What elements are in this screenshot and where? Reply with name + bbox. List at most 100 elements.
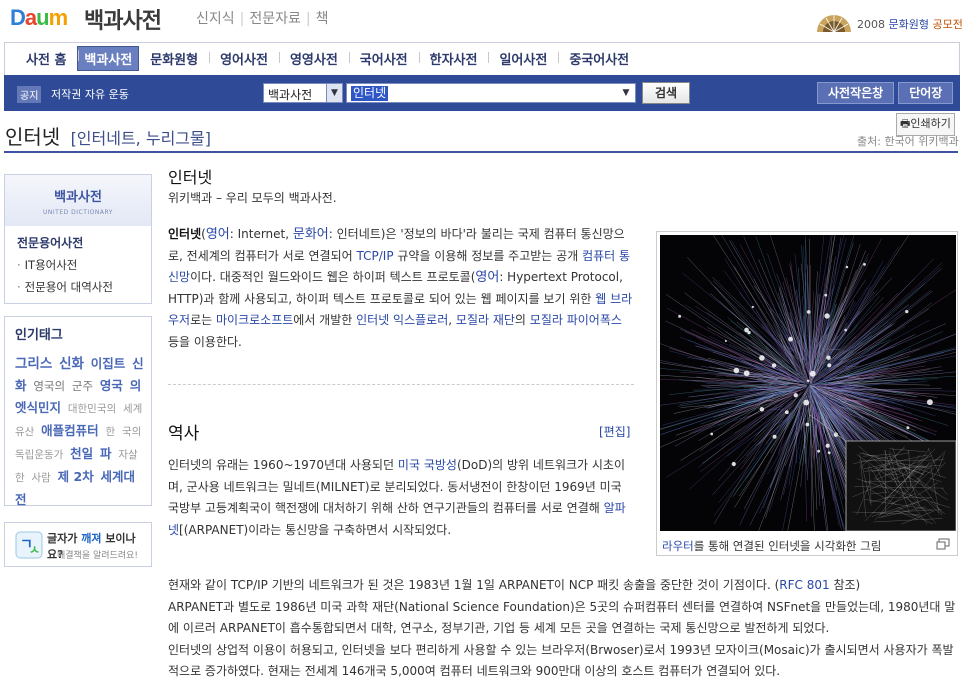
link-book[interactable]: 책 bbox=[316, 11, 329, 27]
sidebar-item-it-terms[interactable]: IT용어사전 bbox=[17, 257, 151, 273]
figure-caption: 라우터를 통해 연결된 인터넷을 시각화한 그림 bbox=[662, 538, 881, 554]
fan-emblem-icon bbox=[817, 15, 851, 33]
article-title: 인터넷 bbox=[168, 168, 213, 187]
print-label: 인쇄하기 bbox=[910, 117, 951, 130]
logo-letter-a: a bbox=[24, 5, 37, 30]
font-help-banner[interactable]: ㄱ ㅅ 글자가 깨져 보이나요? 해결책을 알려드려요! bbox=[4, 522, 152, 567]
divider: | bbox=[305, 11, 311, 27]
nav-item-hanja[interactable]: 한자사전 bbox=[418, 49, 489, 68]
popular-tags-heading: 인기태그 bbox=[15, 328, 63, 343]
history-paragraphs: 현재와 같이 TCP/IP 기반의 네트워크가 된 것은 1983년 1월 1일… bbox=[168, 575, 958, 683]
nav-list: 사전 홈 백과사전 문화원형 영어사전 영영사전 국어사전 한자사전 일어사전 … bbox=[5, 43, 959, 74]
search-bar: 공지 저작권 자유 운동 백과사전 ▼ 인터넷 ▼ 검색 사전작은창 단어장 bbox=[4, 75, 960, 111]
nav-item-korean[interactable]: 국어사전 bbox=[348, 49, 419, 68]
nav-item-culture[interactable]: 문화원형 bbox=[139, 49, 209, 68]
font-help-icon: ㄱ ㅅ bbox=[15, 531, 43, 559]
top-bar: Daum 백과사전 신지식 | 전문자료 | 책 2008 문화원형 공모전 bbox=[0, 0, 962, 40]
edit-link[interactable]: [편집] bbox=[599, 423, 630, 440]
nav-item-encyclopedia[interactable]: 백과사전 bbox=[77, 46, 140, 71]
sidebar-dictionary-box: 백과사전 UNITED DICTIONARY 전문용어사전 IT용어사전 전문용… bbox=[4, 174, 152, 304]
search-query-text: 인터넷 bbox=[351, 86, 389, 101]
article-link[interactable]: 인터넷 익스플로러 bbox=[356, 313, 448, 327]
tag-link[interactable]: 영국 bbox=[100, 378, 123, 393]
article-link[interactable]: TCP/IP bbox=[357, 249, 394, 263]
text-run: 이다. 대중적인 월드와이드 웹은 하이퍼 텍스트 프로토콜( bbox=[190, 270, 476, 284]
history-paragraph-4: 인터넷의 상업적 이용이 허용되고, 인터넷을 보다 편리하게 사용할 수 있는… bbox=[168, 642, 954, 679]
caption-router-link[interactable]: 라우터 bbox=[662, 539, 694, 553]
article-subtitle: 위키백과 – 우리 모두의 백과사전. bbox=[168, 191, 337, 205]
article-link[interactable]: RFC 801 bbox=[779, 578, 829, 592]
chevron-down-icon[interactable]: ▼ bbox=[619, 86, 633, 100]
nav-item-english-english[interactable]: 영영사전 bbox=[278, 49, 349, 68]
title-divider bbox=[4, 151, 958, 153]
logo-letter-m: m bbox=[48, 5, 69, 30]
tag-link[interactable]: 애플컴퓨터 bbox=[41, 423, 99, 438]
enlarge-icon[interactable] bbox=[936, 538, 950, 550]
nav-item-japanese[interactable]: 일어사전 bbox=[488, 49, 558, 68]
svg-text:ㅅ: ㅅ bbox=[29, 543, 40, 557]
logo-letter-d: D bbox=[10, 5, 26, 30]
tag-link[interactable]: 사람 bbox=[32, 472, 51, 484]
sidebar-dict-subtitle: UNITED DICTIONARY bbox=[43, 209, 113, 216]
mini-dictionary-button[interactable]: 사전작은창 bbox=[817, 82, 895, 104]
tag-link[interactable]: 국의 bbox=[122, 426, 141, 438]
caption-text: 를 통해 연결된 인터넷을 시각화한 그림 bbox=[693, 539, 882, 553]
text-run: 등을 이용한다. bbox=[168, 334, 242, 349]
language-link[interactable]: 영어 bbox=[206, 227, 230, 242]
tag-link[interactable]: 그리스 bbox=[15, 356, 52, 372]
tag-link[interactable]: 영국의 bbox=[33, 379, 65, 393]
sidebar-dict-header[interactable]: 백과사전 UNITED DICTIONARY bbox=[5, 175, 151, 226]
internet-map-image[interactable] bbox=[660, 235, 956, 531]
bold-term: 인터넷 bbox=[168, 227, 202, 241]
text-run: 의 bbox=[514, 313, 530, 327]
section-heading-history: 역사 bbox=[168, 424, 200, 444]
article-link[interactable]: 컴퓨터 bbox=[582, 249, 615, 263]
tag-link[interactable]: 신화 bbox=[59, 356, 84, 372]
article-link[interactable]: 모질라 재단 bbox=[456, 313, 515, 327]
chevron-down-icon[interactable]: ▼ bbox=[326, 84, 342, 102]
text-run: [(ARPANET)이라는 통신망을 구축하면서 시작되었다. bbox=[179, 522, 452, 537]
nav-item-english[interactable]: 영어사전 bbox=[209, 49, 279, 68]
tag-link[interactable]: 천일 bbox=[70, 446, 93, 461]
tag-link[interactable]: 한 bbox=[106, 426, 116, 438]
sidebar-spec-heading: 전문용어사전 bbox=[17, 236, 84, 250]
service-title[interactable]: 백과사전 bbox=[84, 3, 162, 35]
language-link[interactable]: 문화어 bbox=[293, 227, 329, 242]
sidebar-item-term-translation[interactable]: 전문용어 대역사전 bbox=[17, 279, 151, 295]
tag-link[interactable]: 군주 bbox=[72, 379, 93, 393]
article-link[interactable]: 마이크로소프트 bbox=[216, 313, 293, 327]
text-run: 로는 bbox=[190, 313, 216, 327]
nav-item-chinese[interactable]: 중국어사전 bbox=[558, 49, 640, 68]
promo-year: 2008 bbox=[857, 18, 885, 31]
link-expert-data[interactable]: 전문자료 bbox=[249, 11, 301, 27]
search-scope-select[interactable]: 백과사전 ▼ bbox=[263, 83, 343, 103]
promo-highlight: 문화원형 bbox=[888, 18, 929, 31]
text-run: 인터넷의 유래는 1960~1970년대 사용되던 bbox=[168, 458, 398, 472]
link-sinjisik[interactable]: 신지식 bbox=[196, 11, 235, 27]
source-label: 출처: 한국어 위키백과 bbox=[857, 135, 959, 148]
daum-logo[interactable]: Daum bbox=[10, 5, 76, 31]
text-run: : Internet, bbox=[229, 227, 293, 241]
nav-item-dict-home[interactable]: 사전 홈 bbox=[15, 49, 77, 68]
tag-link[interactable]: 파 bbox=[100, 446, 112, 461]
text-run: , bbox=[448, 313, 456, 327]
tag-link[interactable]: 독립운동가 bbox=[15, 449, 63, 461]
sidebar-dict-title: 백과사전 bbox=[54, 190, 102, 205]
font-help-word-1: 글자가 bbox=[47, 532, 78, 545]
search-button[interactable]: 검색 bbox=[642, 82, 690, 104]
divider: | bbox=[239, 11, 245, 27]
tag-link[interactable]: 제 2차 bbox=[58, 469, 94, 484]
tag-link[interactable]: 대한민국의 bbox=[68, 403, 116, 415]
promo-link[interactable]: 공모전 bbox=[932, 18, 962, 31]
promo-banner[interactable]: 2008 문화원형 공모전 bbox=[815, 11, 962, 33]
search-input[interactable]: 인터넷 ▼ bbox=[346, 83, 636, 103]
history-paragraph-3: ARPANET과 별도로 1986년 미국 과학 재단(National Sci… bbox=[168, 599, 956, 636]
article-figure: 라우터를 통해 연결된 인터넷을 시각화한 그림 bbox=[656, 231, 958, 556]
language-link[interactable]: 영어 bbox=[475, 270, 499, 285]
tag-link[interactable]: 이집트 bbox=[91, 356, 126, 371]
article-link[interactable]: 미국 국방성 bbox=[398, 458, 457, 472]
article-link[interactable]: 모질라 파이어폭스 bbox=[530, 313, 622, 327]
notice-link[interactable]: 저작권 자유 운동 bbox=[51, 86, 129, 102]
history-paragraph-2: 현재와 같이 TCP/IP 기반의 네트워크가 된 것은 1983년 1월 1일… bbox=[168, 575, 958, 597]
wordbook-button[interactable]: 단어장 bbox=[898, 82, 954, 104]
